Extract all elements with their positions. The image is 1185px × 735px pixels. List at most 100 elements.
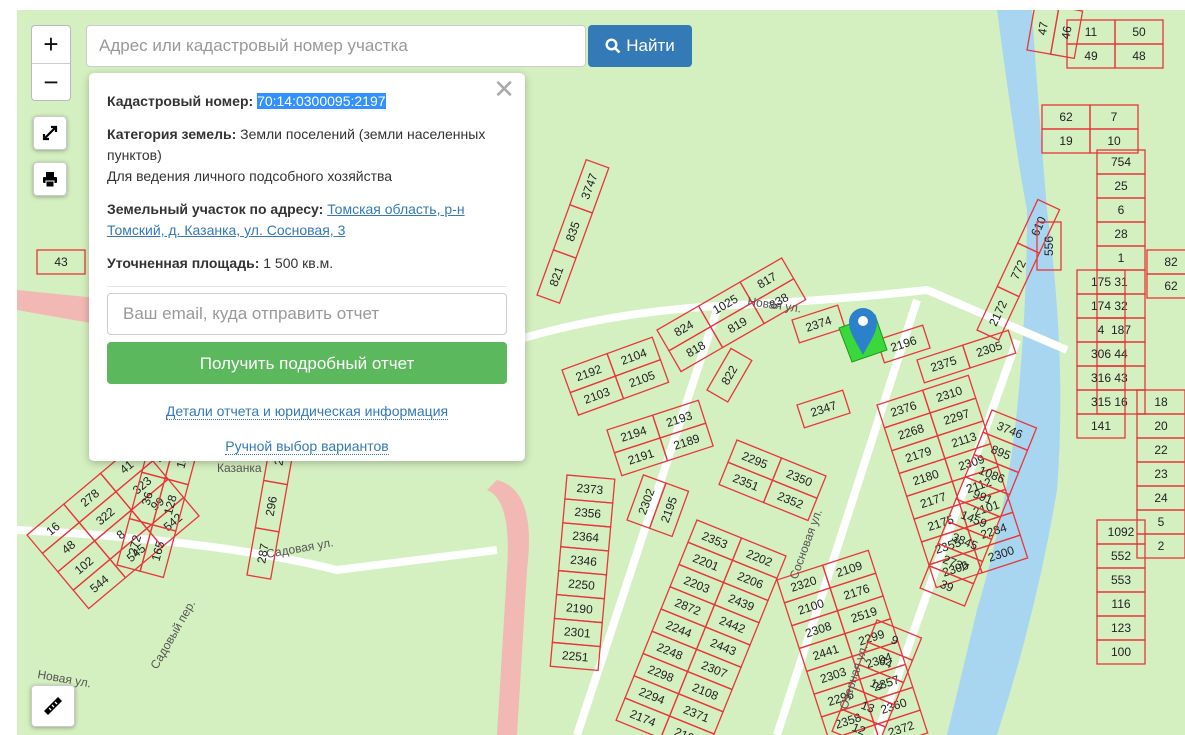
parcel[interactable]: 1 <box>1096 245 1146 271</box>
parcel[interactable]: 141 <box>1076 413 1126 439</box>
get-report-button[interactable]: Получить подробный отчет <box>107 342 507 384</box>
parcel[interactable]: 2364 <box>560 522 612 552</box>
parcel-number: 1025 <box>710 291 740 317</box>
parcel[interactable]: 19 <box>1041 128 1091 154</box>
manual-selection-link[interactable]: Ручной выбор вариантов <box>225 438 389 455</box>
parcel[interactable]: 2 <box>1136 533 1185 559</box>
parcel[interactable]: 43 <box>36 249 86 275</box>
parcel-number: 2250 <box>568 577 596 593</box>
parcel-number: 2177 <box>918 489 948 511</box>
parcel[interactable]: 553 <box>1096 567 1146 593</box>
parcel-number: 16 <box>1114 395 1128 409</box>
parcel-number: 2179 <box>904 444 934 466</box>
parcel[interactable]: 24 <box>1136 485 1185 511</box>
print-button[interactable] <box>33 162 67 196</box>
parcel[interactable]: 2301 <box>551 617 603 648</box>
parcel[interactable]: 2251 <box>549 641 601 672</box>
parcel[interactable]: 835 <box>552 203 594 259</box>
parcel[interactable]: 11 <box>1066 19 1116 45</box>
area-value: 1 500 кв.м. <box>263 255 334 271</box>
search-button[interactable]: Найти <box>588 25 692 67</box>
parcel-number: 2374 <box>804 313 834 335</box>
parcel-number: 141 <box>1091 419 1111 433</box>
parcel-block: 2353220222012206220324392872244222442443… <box>615 519 787 735</box>
parcel-number: 2519 <box>849 604 879 626</box>
parcel-number: 22 <box>1154 443 1168 457</box>
parcel-number: 2194 <box>619 423 649 445</box>
parcel[interactable]: 2347 <box>796 389 851 429</box>
parcel[interactable]: 116 <box>1096 591 1146 617</box>
address-search-input[interactable]: Адрес или кадастровый номер участка <box>86 25 586 67</box>
parcel-number: 23 <box>1154 467 1168 481</box>
parcel-block: 62 7 19 10 <box>1041 104 1139 154</box>
parcel-number: 835 <box>563 219 583 243</box>
parcel[interactable]: 48 <box>1114 43 1164 69</box>
parcel[interactable]: 25 <box>1096 173 1146 199</box>
fullscreen-button[interactable] <box>33 116 67 150</box>
email-input[interactable]: Ваш email, куда отправить отчет <box>107 293 507 335</box>
zoom-out-button[interactable]: − <box>32 63 70 100</box>
parcel[interactable]: 3747 <box>569 158 610 214</box>
parcel-number: 7 <box>1111 110 1118 124</box>
ruler-button[interactable] <box>31 685 75 727</box>
parcel-number: 62 <box>1164 279 1178 293</box>
parcel[interactable]: 6 <box>1096 197 1146 223</box>
parcel-number: 2297 <box>942 406 972 428</box>
parcel-number: 772 <box>1008 257 1029 281</box>
parcel[interactable]: 100 <box>1096 639 1146 665</box>
parcel[interactable]: 1092 <box>1096 519 1146 545</box>
parcel-block: 82 62 <box>1146 249 1185 299</box>
parcel[interactable]: 2250 <box>555 569 608 600</box>
search-icon <box>605 38 621 54</box>
parcel-number: 44 <box>1114 347 1128 361</box>
parcel[interactable]: 23 <box>1136 461 1185 487</box>
parcel[interactable]: 123 <box>1096 615 1146 641</box>
parcel-block: 18 20 22 23 24 5 2 <box>1136 389 1185 559</box>
parcel-number: 2195 <box>658 495 680 525</box>
parcel[interactable]: 20 <box>1136 413 1185 439</box>
street-label: Сосновая ул. <box>787 507 825 581</box>
parcel-number: 46 <box>1059 25 1075 41</box>
parcel-number: 2268 <box>896 421 926 443</box>
parcel[interactable]: 18 <box>1136 389 1185 415</box>
parcel-number: 20 <box>1154 419 1168 433</box>
parcel-number: 2100 <box>796 596 826 618</box>
parcel-number: 2441 <box>811 642 841 664</box>
close-icon[interactable]: ✕ <box>493 76 515 102</box>
parcel[interactable]: 822 <box>706 347 753 403</box>
parcel-number: 1 <box>1118 251 1125 265</box>
parcel-number: 3747 <box>578 171 600 201</box>
parcel[interactable]: 2356 <box>562 498 614 528</box>
parcel-number: 39 <box>938 577 956 595</box>
zoom-control: + − <box>31 25 71 101</box>
parcel-number: 2308 <box>804 619 834 641</box>
zoom-in-button[interactable]: + <box>32 26 70 63</box>
parcel[interactable]: 5 <box>1136 509 1185 535</box>
parcel[interactable]: 50 <box>1114 19 1164 45</box>
street-label: Новая ул. <box>747 294 803 315</box>
parcel[interactable]: 2190 <box>553 593 606 624</box>
parcel[interactable]: 821 <box>536 249 577 305</box>
report-details-link[interactable]: Детали отчета и юридическая информация <box>165 403 449 420</box>
parcel-number: 2192 <box>574 362 604 384</box>
parcel-number: 43 <box>54 255 68 269</box>
parcel[interactable]: 296 <box>254 479 289 533</box>
parcel[interactable]: 2346 <box>557 546 610 576</box>
parcel-block: 2347 <box>796 389 851 429</box>
cad-number[interactable]: 70:14:0300095:2197 <box>257 93 386 109</box>
parcel-number: 817 <box>755 269 780 291</box>
area-label: Уточненная площадь: <box>107 255 260 271</box>
parcel-number: 2305 <box>974 338 1004 360</box>
parcel-number: 296 <box>263 495 280 517</box>
parcel[interactable]: 62 <box>1041 104 1091 130</box>
parcel[interactable]: 22 <box>1136 437 1185 463</box>
parcel-number: 47 <box>1035 20 1051 36</box>
parcel[interactable]: 82 <box>1146 249 1185 275</box>
parcel[interactable]: 62 <box>1146 273 1185 299</box>
parcel[interactable]: 28 <box>1096 221 1146 247</box>
parcel-number: 6 <box>1118 203 1125 217</box>
parcel-block: 821 835 3747 <box>536 158 610 305</box>
parcel[interactable]: 552 <box>1096 543 1146 569</box>
parcel[interactable]: 7 <box>1089 104 1139 130</box>
parcel[interactable]: 2373 <box>564 474 616 504</box>
